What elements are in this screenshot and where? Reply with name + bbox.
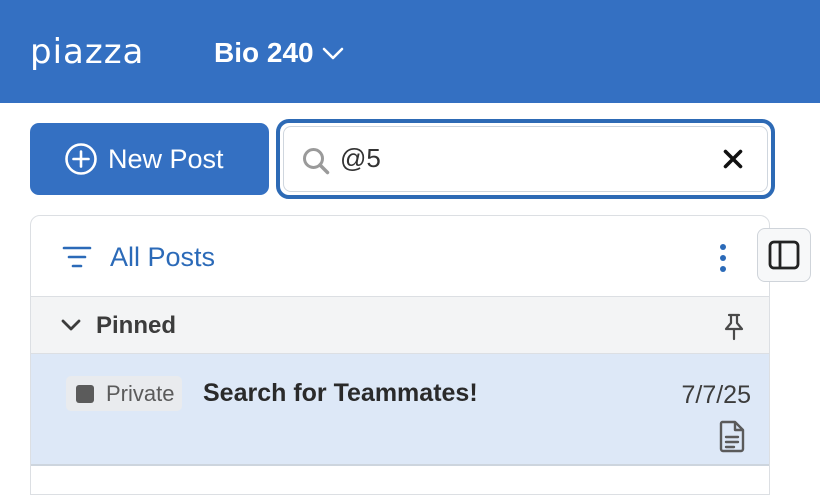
- post-feed-panel: All Posts Pinned Private Search for Team…: [30, 215, 770, 495]
- top-nav-bar: piazza Bio 240: [0, 0, 820, 103]
- more-options-icon[interactable]: [718, 243, 728, 273]
- pinned-section-header[interactable]: Pinned: [31, 297, 769, 354]
- search-input[interactable]: [340, 141, 690, 175]
- chevron-down-icon[interactable]: [61, 319, 81, 332]
- filter-icon[interactable]: [62, 245, 92, 269]
- close-icon[interactable]: [723, 149, 743, 169]
- visibility-badge: Private: [66, 376, 183, 411]
- post-title: Search for Teammates!: [203, 379, 478, 407]
- course-selector[interactable]: Bio 240: [214, 36, 344, 70]
- chevron-down-icon: [322, 47, 343, 60]
- private-square-icon: [76, 384, 94, 403]
- course-name: Bio 240: [214, 37, 314, 68]
- search-box[interactable]: [276, 119, 775, 199]
- pin-icon: [724, 313, 744, 341]
- plus-circle-icon: [65, 143, 97, 175]
- piazza-logo[interactable]: piazza: [30, 30, 144, 74]
- filter-label[interactable]: All Posts: [110, 242, 215, 273]
- pinned-section-label: Pinned: [96, 312, 177, 339]
- sidebar-toggle-button[interactable]: [757, 228, 811, 282]
- document-icon: [719, 420, 745, 453]
- new-post-label: New Post: [108, 143, 224, 174]
- new-post-button[interactable]: New Post: [30, 123, 269, 195]
- post-date: 7/7/25: [681, 381, 751, 409]
- search-icon: [303, 148, 330, 175]
- visibility-label: Private: [106, 380, 175, 406]
- sidebar-icon: [768, 240, 800, 270]
- post-list-item[interactable]: Private Search for Teammates! 7/7/25: [31, 354, 769, 466]
- filter-bar: All Posts: [31, 216, 769, 297]
